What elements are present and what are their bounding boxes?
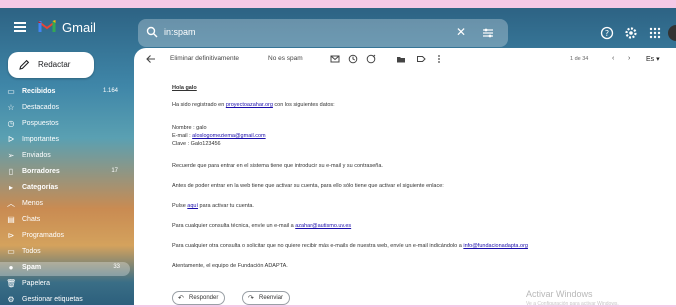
help-icon[interactable]: ? [600,26,614,40]
compose-label: Redactar [38,60,71,69]
sidebar-item-label: Borradores [22,168,60,175]
previous-page-icon[interactable]: ‹ [612,55,614,62]
delete-forever-button[interactable]: Eliminar definitivamente [170,55,239,62]
sidebar-item-label: Papelera [22,280,51,287]
sidebar-item-label: Categorías [22,184,59,191]
spam-count: 33 [113,264,120,270]
sidebar-item-label: Programados [22,232,65,239]
language-selector[interactable]: Es ▾ [646,55,660,63]
top-bar: Gmail in:spam ✕ ? [0,8,676,47]
search-input[interactable]: in:spam [164,27,196,37]
gmail-logo-icon[interactable] [38,19,56,33]
inbox-icon: ▭ [7,87,15,96]
main-menu-icon[interactable] [14,22,26,32]
compose-button[interactable]: Redactar [8,52,94,78]
email-other-line: Para cualquier otra consulta o solicitar… [172,243,528,249]
reply-arrow-icon: ↶ [178,295,184,302]
sidebar-item-label: Chats [22,216,41,223]
activation-link[interactable]: aquí [187,203,198,209]
email-remember-line: Recuerde que para entrar en el sistema t… [172,163,383,169]
email-click-line: Pulse aquí para activar tu cuenta. [172,203,254,209]
not-spam-button[interactable]: No es spam [268,55,303,62]
unread-count: 1.164 [102,88,118,94]
sidebar-item-inbox[interactable]: ▭ Recibidos 1.164 [0,86,128,100]
email-intro-line: Ha sido registrado en proyectoazahar.org… [172,102,335,108]
mail-icon: ▭ [7,247,15,256]
sidebar-item-label: Todos [22,248,41,255]
email-address-line: E-mail : aloslogomeziema@gmail.com [172,133,266,139]
schedule-icon: ⊳ [7,231,15,240]
pencil-icon [19,59,30,70]
sidebar-item-important[interactable]: ᐅ Importantes [0,134,128,148]
chat-icon: ▤ [7,215,15,224]
sidebar-item-sent[interactable]: ➢ Enviados [0,150,128,164]
clear-search-icon[interactable]: ✕ [456,25,466,39]
draft-icon: ▯ [8,167,14,176]
chevron-up-icon: ︿ [7,199,15,208]
svg-text:?: ? [605,29,609,38]
star-icon: ☆ [7,103,15,112]
email-password-line: Clave : Galo123456 [172,141,221,147]
outer-border-top [0,0,676,8]
add-task-icon[interactable] [366,54,376,64]
site-link[interactable]: proyectoazahar.org [226,102,273,108]
draft-count: 17 [111,168,118,174]
email-activate-line: Antes de poder entrar en la web tiene qu… [172,183,444,189]
send-icon: ➢ [7,151,15,160]
windows-activation-title: Activar Windows [526,289,593,299]
email-greeting: Hola galo [172,85,197,91]
spam-icon: ● [8,263,14,272]
app-name: Gmail [62,20,96,35]
sidebar-item-label: Recibidos [22,88,56,95]
next-page-icon[interactable]: › [628,55,630,62]
settings-gear-icon[interactable] [624,26,638,40]
forward-button[interactable]: ↷ Reenviar [242,291,291,305]
sidebar-item-scheduled[interactable]: ⊳ Programados [0,230,128,244]
mark-unread-icon[interactable] [330,54,340,64]
gear-icon: ⚙ [7,295,15,304]
tech-support-link[interactable]: azahar@autismo.uv.es [295,223,351,229]
snooze-clock-icon[interactable] [348,54,358,64]
sidebar-item-categories[interactable]: ▸ Categorías [0,182,128,196]
sidebar-item-trash[interactable]: 🗑 Papelera [0,278,128,292]
sidebar-item-starred[interactable]: ☆ Destacados [0,102,128,116]
clock-icon: ◷ [7,119,15,128]
info-email-link[interactable]: info@fundacionadapta.org [463,243,528,249]
email-signature: Atentamente, el equipo de Fundación ADAP… [172,263,288,269]
sidebar-item-drafts[interactable]: ▯ Borradores 17 [0,166,128,180]
sidebar-item-snoozed[interactable]: ◷ Pospuestos [0,118,128,132]
sidebar-item-less[interactable]: ︿ Menos [0,198,128,212]
apps-grid-icon[interactable] [648,26,662,40]
sidebar-item-spam[interactable]: ● Spam 33 [0,262,130,276]
email-name-line: Nombre : galo [172,125,207,131]
move-to-folder-icon[interactable] [396,54,406,64]
message-toolbar: Eliminar definitivamente No es spam 1 de… [134,48,676,72]
sidebar-item-label: Importantes [22,136,59,143]
sidebar-item-label: Menos [22,200,44,207]
back-arrow-icon[interactable] [146,54,156,64]
label-icon: ▸ [8,183,13,192]
user-email-link[interactable]: aloslogomeziema@gmail.com [192,133,265,139]
important-icon: ᐅ [7,135,15,144]
sidebar-item-label: Spam [22,264,42,271]
sidebar-item-all-mail[interactable]: ▭ Todos [0,246,128,260]
sidebar-item-chats[interactable]: ▤ Chats [0,214,128,228]
sidebar-item-label: Gestionar etiquetas [22,296,83,303]
search-bar[interactable]: in:spam ✕ [138,19,508,47]
trash-icon: 🗑 [6,279,17,288]
message-panel: Eliminar definitivamente No es spam 1 de… [134,48,676,307]
account-avatar[interactable] [668,25,676,41]
sidebar-item-label: Destacados [22,104,59,111]
forward-arrow-icon: ↷ [248,295,254,302]
reply-button[interactable]: ↶ Responder [172,291,226,305]
email-tech-line: Para cualquier consulta técnica, envíe u… [172,223,352,229]
more-options-icon[interactable] [434,54,444,64]
label-tag-icon[interactable] [416,54,426,64]
search-icon[interactable] [146,26,158,38]
pagination-count: 1 de 34 [570,56,589,62]
sidebar-item-label: Enviados [22,152,51,159]
sidebar-item-label: Pospuestos [22,120,59,127]
search-options-icon[interactable] [482,27,494,39]
